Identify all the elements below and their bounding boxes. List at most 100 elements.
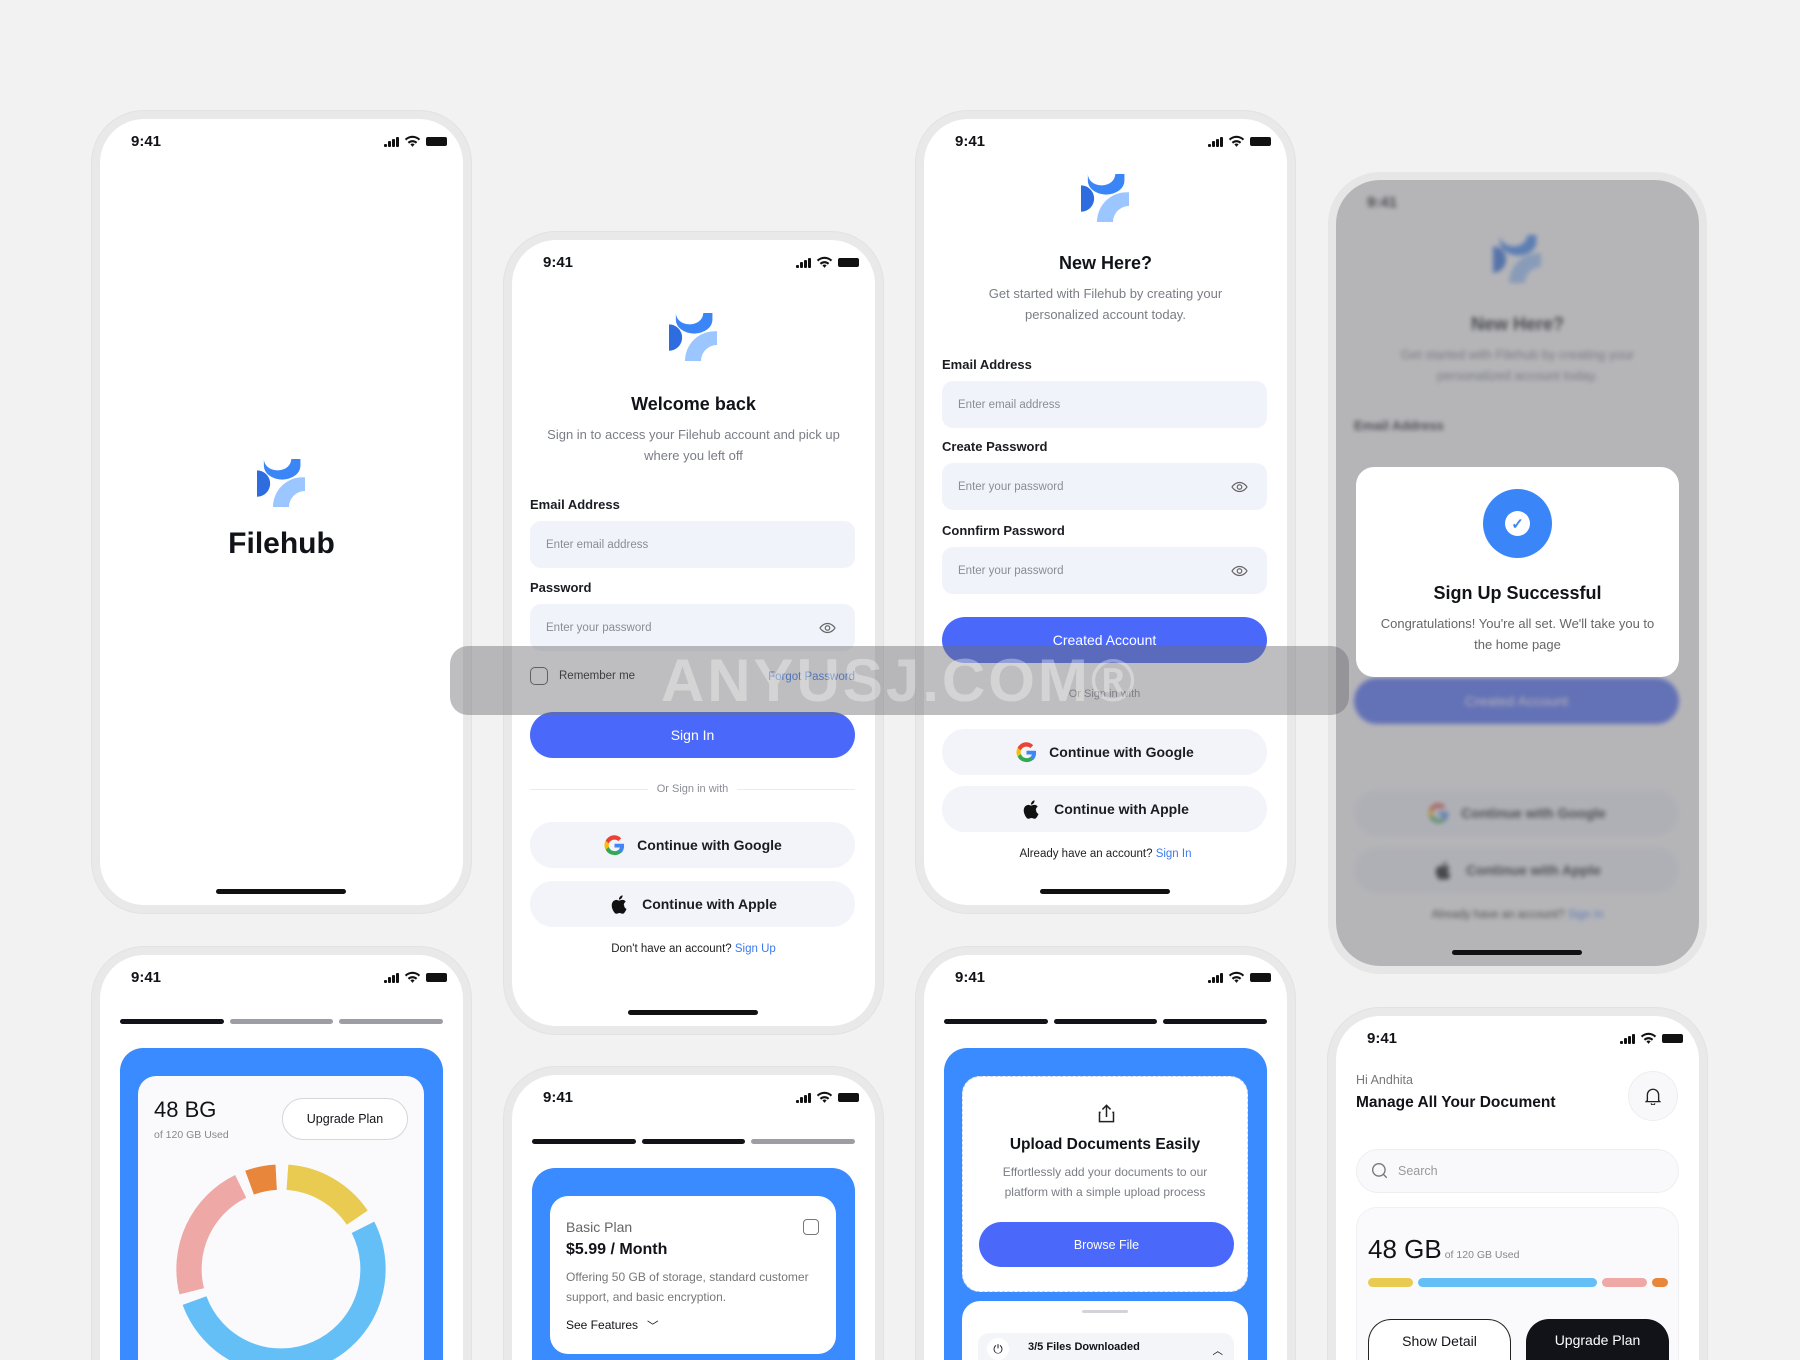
upload-icon: [1098, 1104, 1115, 1123]
home-title: Manage All Your Document: [1356, 1094, 1556, 1111]
email-input[interactable]: Enter email address: [530, 521, 855, 568]
storage-total: of 120 GB Used: [1444, 1249, 1520, 1261]
plan-card[interactable]: Basic Plan $5.99 / Month Offering 50 GB …: [550, 1196, 836, 1354]
feature-card: 48 BG of 120 GB Used Upgrade Plan: [120, 1048, 443, 1360]
google-signin-button[interactable]: Continue with Google: [942, 729, 1267, 775]
email-label: Email Address: [530, 497, 620, 512]
wifi-icon: [816, 256, 833, 269]
status-time: 9:41: [131, 969, 162, 986]
sign-up-link[interactable]: Sign Up: [735, 943, 776, 955]
prompt-text: Already have an account?: [1019, 848, 1153, 860]
signal-icon: [384, 972, 399, 983]
apple-label: Continue with Apple: [1054, 801, 1189, 817]
status-time: 9:41: [955, 969, 986, 986]
upgrade-plan-button[interactable]: Upgrade Plan: [1526, 1319, 1669, 1360]
signup-prompt: Don't have an account? Sign Up: [512, 943, 875, 955]
apple-icon: [608, 893, 631, 916]
password-input[interactable]: Enter your password: [530, 604, 855, 651]
confirm-password-input[interactable]: Enter your password: [942, 547, 1267, 594]
see-features-label: See Features: [566, 1318, 639, 1332]
signin-screen: 9:41 Welcome back Sign in to access your…: [512, 240, 875, 1026]
apple-icon: [1020, 798, 1043, 821]
download-sheet: ⏻ 3/5 Files Downloaded ︿: [962, 1301, 1248, 1360]
page-title: New Here?: [1058, 253, 1153, 273]
filehub-logo: [257, 459, 305, 507]
storage-donut: [176, 1164, 386, 1360]
battery-icon: [838, 258, 859, 267]
confirm-password-placeholder: Enter your password: [958, 564, 1064, 577]
page-subtitle: Sign in to access your Filehub account a…: [547, 427, 840, 463]
signal-icon: [796, 257, 811, 268]
home-indicator: [628, 1010, 758, 1015]
confirm-password-label: Connfirm Password: [942, 523, 1065, 538]
apple-signin-button[interactable]: Continue with Apple: [942, 786, 1267, 832]
google-signin-button[interactable]: Continue with Google: [530, 822, 855, 868]
donut-segment-sky: [182, 1221, 386, 1360]
browse-file-button[interactable]: Browse File: [979, 1222, 1234, 1267]
google-icon: [1015, 741, 1038, 764]
show-detail-button[interactable]: Show Detail: [1368, 1319, 1511, 1360]
wifi-icon: [816, 1091, 833, 1104]
upgrade-plan-button[interactable]: Upgrade Plan: [282, 1098, 408, 1140]
email-placeholder: Enter email address: [546, 538, 649, 551]
storage-card: 48 GB of 120 GB Used Show Detail Upgrade …: [1356, 1207, 1679, 1360]
eye-icon[interactable]: [1228, 478, 1251, 496]
google-label: Continue with Google: [1049, 744, 1194, 760]
notification-button[interactable]: [1628, 1071, 1678, 1121]
check-circle-icon: ✓: [1483, 489, 1552, 558]
create-password-input[interactable]: Enter your password: [942, 463, 1267, 510]
search-placeholder: Search: [1398, 1164, 1438, 1178]
donut-segment-orange: [245, 1164, 278, 1195]
eye-icon[interactable]: [1228, 562, 1251, 580]
download-status: 3/5 Files Downloaded: [1028, 1341, 1140, 1353]
battery-icon: [1250, 137, 1271, 146]
page-subtitle: Get started with Filehub by creating you…: [988, 286, 1223, 322]
storage-summary: 48 GB of 120 GB Used: [1368, 1234, 1519, 1265]
divider-text: Or Sign in with: [656, 783, 729, 795]
home-indicator: [1452, 950, 1582, 955]
onboarding-progress: [944, 1019, 1268, 1024]
upload-card: Upload Documents Easily Effortlessly add…: [962, 1076, 1248, 1292]
google-label: Continue with Google: [637, 837, 782, 853]
signal-icon: [1208, 136, 1223, 147]
signal-icon: [1208, 972, 1223, 983]
feature-card: Upload Documents Easily Effortlessly add…: [944, 1048, 1267, 1360]
signal-icon: [384, 136, 399, 147]
home-indicator: [216, 889, 346, 894]
home-indicator: [1040, 889, 1170, 894]
storage-used: 48 BG: [154, 1097, 217, 1122]
modal-title: Sign Up Successful: [1433, 583, 1602, 603]
storage-card: 48 BG of 120 GB Used Upgrade Plan: [138, 1076, 424, 1360]
create-password-label: Create Password: [942, 439, 1048, 454]
apple-signin-button[interactable]: Continue with Apple: [530, 881, 855, 927]
plan-description: Offering 50 GB of storage, standard cust…: [566, 1270, 809, 1304]
battery-icon: [1662, 1034, 1683, 1043]
search-icon: [1372, 1163, 1388, 1179]
chevron-up-icon[interactable]: ︿: [1213, 1343, 1224, 1358]
battery-icon: [838, 1093, 859, 1102]
upload-title: Upload Documents Easily: [1009, 1136, 1201, 1153]
sign-in-button[interactable]: Sign In: [530, 712, 855, 758]
email-placeholder: Enter email address: [958, 398, 1061, 411]
storage-used: 48 GB: [1368, 1234, 1442, 1264]
see-features-toggle[interactable]: See Features ﹀: [566, 1318, 659, 1334]
drag-handle[interactable]: [1082, 1310, 1128, 1313]
app-name: Filehub: [228, 527, 335, 560]
status-icons: [1208, 135, 1271, 148]
onboarding-storage-screen: 9:41 48 BG of 120 GB Used Upgrade Plan: [100, 955, 463, 1360]
plan-checkbox[interactable]: [803, 1219, 819, 1235]
feature-card: Basic Plan $5.99 / Month Offering 50 GB …: [532, 1168, 855, 1360]
usage-segment-other: [1651, 1278, 1669, 1287]
status-icons: [384, 971, 447, 984]
onboarding-progress: [532, 1139, 856, 1144]
signin-prompt: Already have an account? Sign In: [924, 848, 1287, 860]
email-input[interactable]: Enter email address: [942, 381, 1267, 428]
eye-icon[interactable]: [816, 619, 839, 637]
home-screen: 9:41 Hi Andhita Manage All Your Document…: [1336, 1016, 1699, 1360]
download-progress-item[interactable]: ⏻ 3/5 Files Downloaded ︿: [978, 1333, 1234, 1360]
sign-in-link[interactable]: Sign In: [1156, 848, 1192, 860]
onboarding-upload-screen: 9:41 Upload Documents Easily Effortlessl…: [924, 955, 1287, 1360]
search-input[interactable]: Search: [1356, 1149, 1679, 1193]
status-icons: [796, 1091, 859, 1104]
greeting: Hi Andhita: [1356, 1073, 1413, 1087]
